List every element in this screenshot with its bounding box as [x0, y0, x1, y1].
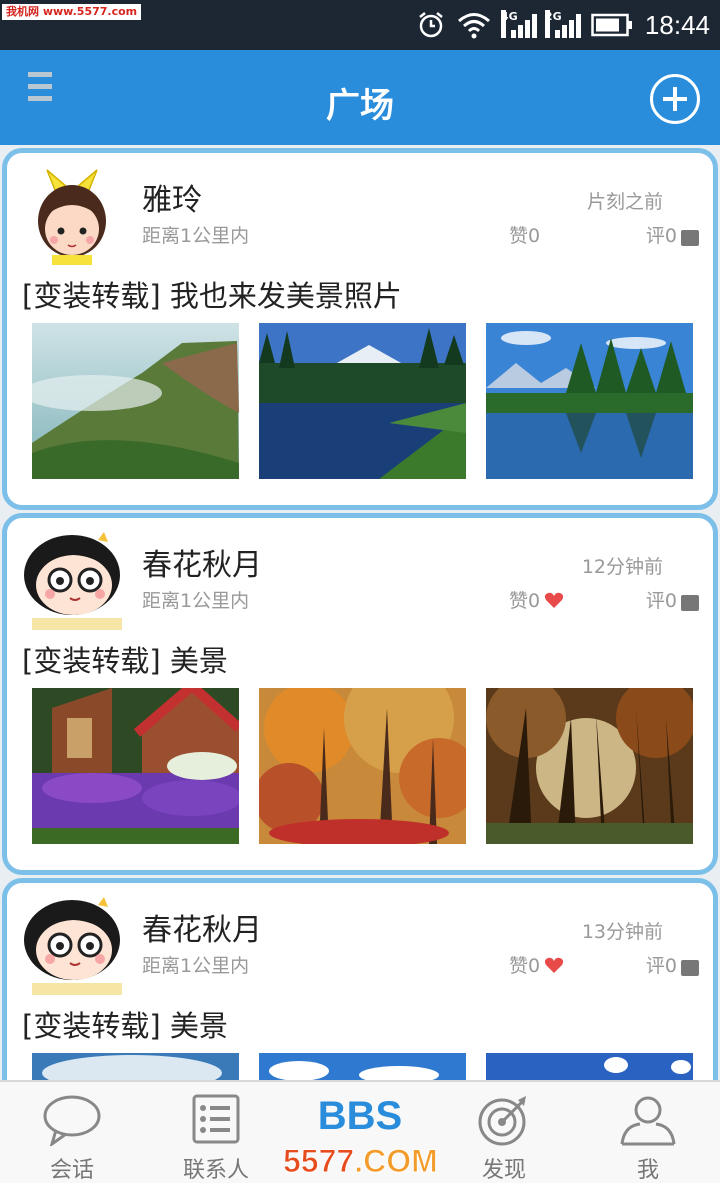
post-distance: 距离1公里内 [142, 225, 250, 247]
tab-label: 会话 [49, 1158, 94, 1183]
wifi-icon [457, 13, 490, 39]
tab-label: 我 [636, 1158, 659, 1183]
post-title[interactable]: [变装转载] 美景 [22, 638, 228, 680]
post-time: 12分钟前 [581, 556, 663, 578]
photo-grid [32, 323, 693, 479]
post-time: 片刻之前 [586, 191, 663, 213]
like-count[interactable]: 赞0 [509, 951, 564, 978]
like-count-label: 赞0 [509, 225, 541, 247]
page-title: 广场 [326, 86, 394, 126]
watermark-logo: 5577.COM [282, 1143, 439, 1180]
status-bar: 我机网 www.5577.com 4G 2G 18:44 [0, 0, 720, 50]
comment-count[interactable]: 评0 [646, 951, 699, 978]
network-2g-label: 2G [544, 10, 562, 38]
post-photo[interactable] [32, 688, 239, 844]
avatar[interactable] [22, 895, 122, 995]
tab-discover[interactable]: 发现 [432, 1082, 576, 1183]
title-bar: 广场 [0, 50, 720, 145]
photo-grid [32, 688, 693, 844]
status-icons: 4G 2G 18:44 [417, 0, 710, 50]
watermark-main: 5577 [282, 1143, 355, 1180]
comment-icon [681, 594, 699, 611]
post-title[interactable]: [变装转载] 美景 [22, 1003, 228, 1045]
post-photo[interactable] [259, 688, 466, 844]
tab-profile[interactable]: 我 [576, 1082, 720, 1183]
status-time: 18:44 [644, 9, 710, 40]
post-title[interactable]: [变装转载] 我也来发美景照片 [22, 273, 402, 315]
signal-4g-icon: 4G [500, 10, 537, 40]
post-author[interactable]: 雅玲 [142, 175, 202, 219]
tab-chat[interactable]: 会话 [0, 1082, 144, 1183]
post-distance: 距离1公里内 [142, 590, 250, 612]
post-photo[interactable] [486, 688, 693, 844]
like-count-label: 赞0 [509, 590, 541, 612]
heart-icon [544, 957, 564, 973]
post-photo[interactable] [486, 1053, 693, 1080]
avatar[interactable] [22, 530, 122, 630]
like-count-label: 赞0 [509, 955, 541, 977]
network-4g-label: 4G [500, 10, 518, 38]
comment-icon [681, 229, 699, 246]
post-photo[interactable] [259, 323, 466, 479]
like-count[interactable]: 赞0 [509, 221, 540, 248]
post-time: 13分钟前 [581, 921, 663, 943]
comment-icon [681, 959, 699, 976]
comment-count-label: 评0 [645, 590, 677, 612]
like-count[interactable]: 赞0 [509, 586, 564, 613]
post-photo[interactable] [32, 1053, 239, 1080]
bbs-icon: BBS [317, 1094, 403, 1138]
photo-grid [32, 1053, 693, 1080]
comment-count-label: 评0 [645, 955, 677, 977]
chat-bubble-icon [43, 1095, 101, 1146]
profile-icon [620, 1096, 676, 1146]
tab-label: 发现 [481, 1158, 526, 1183]
post-photo[interactable] [486, 323, 693, 479]
add-post-button[interactable] [650, 74, 700, 124]
contacts-list-icon [192, 1094, 240, 1144]
signal-2g-icon: 2G [544, 10, 581, 40]
post-author[interactable]: 春花秋月 [142, 540, 262, 584]
alarm-icon [419, 12, 443, 38]
post-photo[interactable] [32, 323, 239, 479]
heart-icon [544, 592, 564, 608]
post-card[interactable]: 春花秋月 12分钟前 距离1公里内 赞0 评0 [变装转载] 美景 [2, 513, 718, 875]
post-feed[interactable]: 雅玲 片刻之前 距离1公里内 赞0 评0 [变装转载] 我也来发美景照片 春花秋… [0, 145, 720, 1080]
post-card[interactable]: 雅玲 片刻之前 距离1公里内 赞0 评0 [变装转载] 我也来发美景照片 [2, 148, 718, 510]
post-author[interactable]: 春花秋月 [142, 905, 262, 949]
battery-icon [591, 13, 632, 37]
post-card[interactable]: 春花秋月 13分钟前 距离1公里内 赞0 评0 [变装转载] 美景 [2, 878, 718, 1080]
tab-label: 联系人 [182, 1158, 249, 1183]
tab-contacts[interactable]: 联系人 [144, 1082, 288, 1183]
post-distance: 距离1公里内 [142, 955, 250, 977]
comment-count[interactable]: 评0 [646, 221, 699, 248]
post-photo[interactable] [259, 1053, 466, 1080]
comment-count-label: 评0 [645, 225, 677, 247]
discover-icon [478, 1096, 526, 1146]
status-watermark: 我机网 www.5577.com [2, 4, 142, 20]
watermark-suffix: .COM [354, 1143, 439, 1180]
comment-count[interactable]: 评0 [646, 586, 699, 613]
avatar[interactable] [22, 165, 122, 265]
